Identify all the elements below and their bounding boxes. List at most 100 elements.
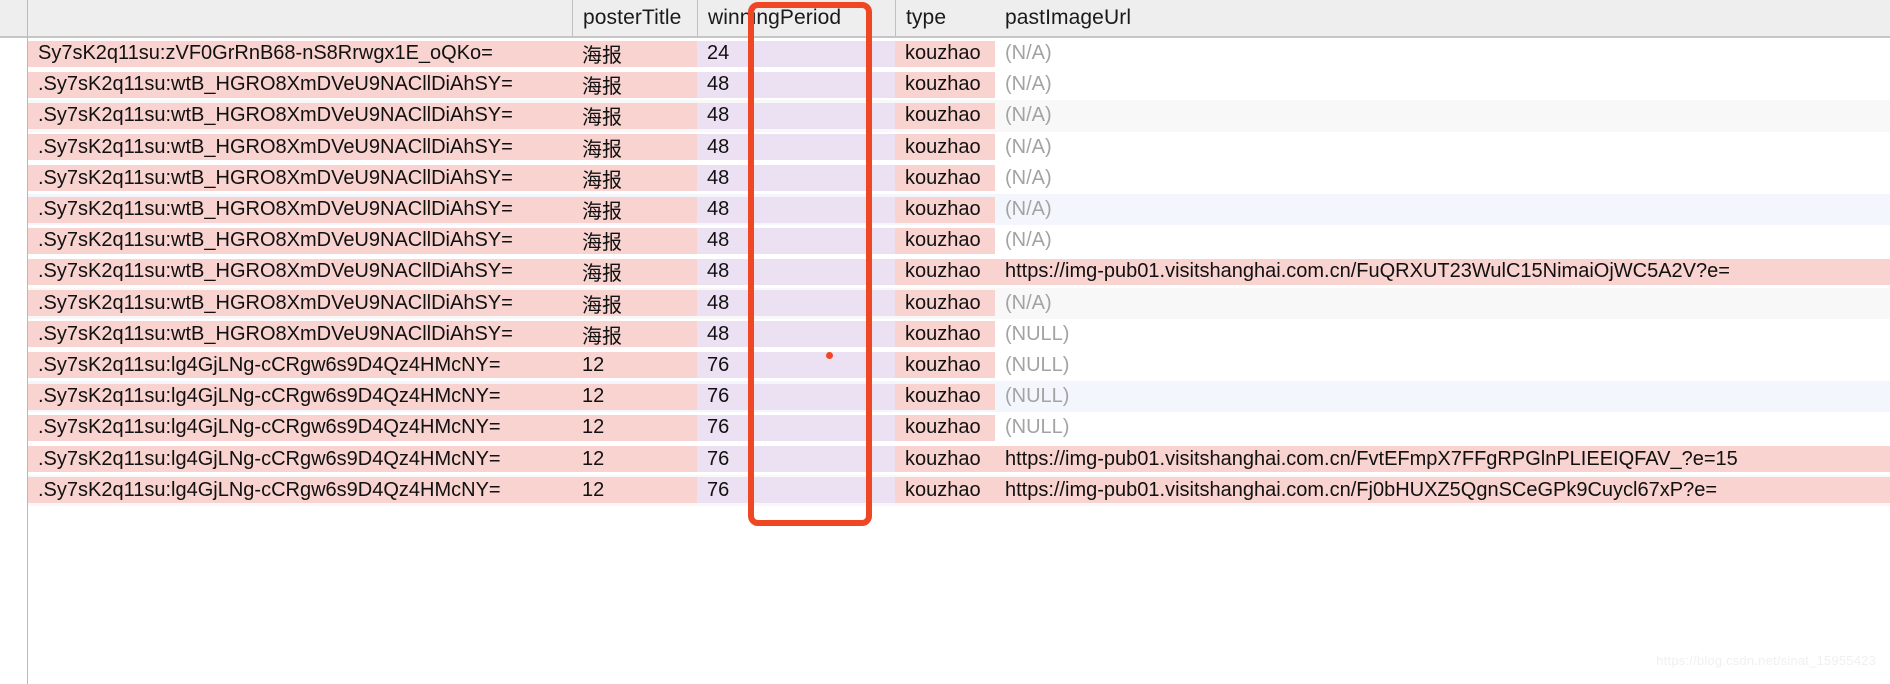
posterTitle-cell[interactable]: 海报	[572, 69, 697, 100]
table-row[interactable]: .Sy7sK2q11su:wtB_HGRO8XmDVeU9NACllDiAhSY…	[0, 318, 1890, 350]
type-cell[interactable]: kouzhao	[895, 163, 995, 194]
winningPeriod-cell[interactable]: 48	[697, 288, 867, 319]
posterTitle-cell[interactable]: 12	[572, 412, 697, 443]
winningPeriod-cell[interactable]: 76	[697, 350, 867, 381]
pastImageUrl-cell[interactable]: (N/A)	[995, 132, 1890, 163]
id-cell[interactable]: .Sy7sK2q11su:lg4GjLNg-cCRgw6s9D4Qz4HMcNY…	[28, 475, 572, 506]
posterTitle-cell[interactable]: 海报	[572, 225, 697, 256]
type-cell[interactable]: kouzhao	[895, 132, 995, 163]
posterTitle-cell[interactable]: 12	[572, 443, 697, 474]
pastImageUrl-cell[interactable]: (NULL)	[995, 412, 1890, 443]
winningPeriod-cell[interactable]: 48	[697, 225, 867, 256]
pastImageUrl-cell[interactable]: https://img-pub01.visitshanghai.com.cn/F…	[995, 256, 1890, 287]
table-row[interactable]: .Sy7sK2q11su:lg4GjLNg-cCRgw6s9D4Qz4HMcNY…	[0, 381, 1890, 413]
id-cell[interactable]: .Sy7sK2q11su:wtB_HGRO8XmDVeU9NACllDiAhSY…	[28, 69, 572, 100]
table-row[interactable]: .Sy7sK2q11su:lg4GjLNg-cCRgw6s9D4Qz4HMcNY…	[0, 412, 1890, 444]
table-row[interactable]: Sy7sK2q11su:zVF0GrRnB68-nS8Rrwgx1E_oQKo=…	[0, 38, 1890, 70]
winningPeriod-cell[interactable]: 48	[697, 194, 867, 225]
table-row[interactable]: .Sy7sK2q11su:wtB_HGRO8XmDVeU9NACllDiAhSY…	[0, 225, 1890, 257]
winningPeriod-cell[interactable]: 48	[697, 69, 867, 100]
posterTitle-cell[interactable]: 海报	[572, 288, 697, 319]
pastImageUrl-cell[interactable]: (NULL)	[995, 381, 1890, 412]
column-header-posterTitle[interactable]: posterTitle	[572, 0, 697, 36]
pastImageUrl-cell[interactable]: (NULL)	[995, 319, 1890, 350]
pastImageUrl-cell[interactable]: (N/A)	[995, 38, 1890, 69]
posterTitle-cell[interactable]: 海报	[572, 194, 697, 225]
pastImageUrl-cell[interactable]: (N/A)	[995, 69, 1890, 100]
column-header-id[interactable]	[28, 0, 572, 36]
posterTitle-cell[interactable]: 12	[572, 475, 697, 506]
winningPeriod-cell[interactable]: 48	[697, 319, 867, 350]
column-header-pastImageUrl[interactable]: pastImageUrl	[995, 0, 1890, 36]
winningPeriod-value: 48	[697, 227, 867, 254]
pastImageUrl-cell[interactable]: (NULL)	[995, 350, 1890, 381]
posterTitle-cell[interactable]: 海报	[572, 256, 697, 287]
winningPeriod-cell[interactable]: 76	[697, 443, 867, 474]
type-cell[interactable]: kouzhao	[895, 443, 995, 474]
id-cell[interactable]: .Sy7sK2q11su:lg4GjLNg-cCRgw6s9D4Qz4HMcNY…	[28, 350, 572, 381]
type-cell[interactable]: kouzhao	[895, 38, 995, 69]
table-row[interactable]: .Sy7sK2q11su:lg4GjLNg-cCRgw6s9D4Qz4HMcNY…	[0, 349, 1890, 382]
id-cell[interactable]: .Sy7sK2q11su:wtB_HGRO8XmDVeU9NACllDiAhSY…	[28, 225, 572, 256]
pastImageUrl-cell[interactable]: https://img-pub01.visitshanghai.com.cn/F…	[995, 475, 1890, 506]
type-cell[interactable]: kouzhao	[895, 100, 995, 131]
posterTitle-cell[interactable]: 12	[572, 381, 697, 412]
id-cell[interactable]: .Sy7sK2q11su:wtB_HGRO8XmDVeU9NACllDiAhSY…	[28, 132, 572, 163]
pastImageUrl-cell[interactable]: (N/A)	[995, 288, 1890, 319]
id-cell[interactable]: .Sy7sK2q11su:wtB_HGRO8XmDVeU9NACllDiAhSY…	[28, 319, 572, 350]
id-cell[interactable]: .Sy7sK2q11su:lg4GjLNg-cCRgw6s9D4Qz4HMcNY…	[28, 443, 572, 474]
winningPeriod-cell[interactable]: 48	[697, 163, 867, 194]
table-row[interactable]: .Sy7sK2q11su:wtB_HGRO8XmDVeU9NACllDiAhSY…	[0, 69, 1890, 101]
type-column-spacer	[867, 256, 895, 287]
type-cell[interactable]: kouzhao	[895, 319, 995, 350]
id-cell[interactable]: .Sy7sK2q11su:wtB_HGRO8XmDVeU9NACllDiAhSY…	[28, 163, 572, 194]
posterTitle-cell[interactable]: 海报	[572, 319, 697, 350]
type-column-spacer-fill	[867, 134, 895, 161]
type-cell[interactable]: kouzhao	[895, 412, 995, 443]
table-row[interactable]: .Sy7sK2q11su:lg4GjLNg-cCRgw6s9D4Qz4HMcNY…	[0, 443, 1890, 475]
table-row[interactable]: .Sy7sK2q11su:wtB_HGRO8XmDVeU9NACllDiAhSY…	[0, 256, 1890, 288]
winningPeriod-cell[interactable]: 48	[697, 132, 867, 163]
posterTitle-cell[interactable]: 12	[572, 350, 697, 381]
pastImageUrl-cell[interactable]: (N/A)	[995, 163, 1890, 194]
type-cell[interactable]: kouzhao	[895, 350, 995, 381]
winningPeriod-cell[interactable]: 76	[697, 381, 867, 412]
type-cell[interactable]: kouzhao	[895, 381, 995, 412]
winningPeriod-cell[interactable]: 48	[697, 100, 867, 131]
pastImageUrl-cell[interactable]: (N/A)	[995, 100, 1890, 131]
table-row[interactable]: .Sy7sK2q11su:wtB_HGRO8XmDVeU9NACllDiAhSY…	[0, 100, 1890, 132]
table-row[interactable]: .Sy7sK2q11su:wtB_HGRO8XmDVeU9NACllDiAhSY…	[0, 287, 1890, 319]
type-cell[interactable]: kouzhao	[895, 194, 995, 225]
type-cell[interactable]: kouzhao	[895, 288, 995, 319]
type-cell[interactable]: kouzhao	[895, 69, 995, 100]
id-cell[interactable]: .Sy7sK2q11su:wtB_HGRO8XmDVeU9NACllDiAhSY…	[28, 288, 572, 319]
posterTitle-cell[interactable]: 海报	[572, 163, 697, 194]
column-header-winningPeriod[interactable]: winningPeriod	[697, 0, 867, 36]
table-row[interactable]: .Sy7sK2q11su:wtB_HGRO8XmDVeU9NACllDiAhSY…	[0, 193, 1890, 226]
type-value: kouzhao	[895, 40, 995, 67]
table-row[interactable]: .Sy7sK2q11su:wtB_HGRO8XmDVeU9NACllDiAhSY…	[0, 162, 1890, 194]
type-cell[interactable]: kouzhao	[895, 475, 995, 506]
winningPeriod-cell[interactable]: 24	[697, 38, 867, 69]
pastImageUrl-cell[interactable]: https://img-pub01.visitshanghai.com.cn/F…	[995, 443, 1890, 474]
posterTitle-cell[interactable]: 海报	[572, 38, 697, 69]
type-cell[interactable]: kouzhao	[895, 225, 995, 256]
table-row[interactable]: .Sy7sK2q11su:lg4GjLNg-cCRgw6s9D4Qz4HMcNY…	[0, 474, 1890, 506]
id-cell[interactable]: Sy7sK2q11su:zVF0GrRnB68-nS8Rrwgx1E_oQKo=	[28, 38, 572, 69]
winningPeriod-cell[interactable]: 48	[697, 256, 867, 287]
table-row[interactable]: .Sy7sK2q11su:wtB_HGRO8XmDVeU9NACllDiAhSY…	[0, 131, 1890, 163]
id-cell[interactable]: .Sy7sK2q11su:wtB_HGRO8XmDVeU9NACllDiAhSY…	[28, 256, 572, 287]
winningPeriod-cell[interactable]: 76	[697, 475, 867, 506]
pastImageUrl-cell[interactable]: (N/A)	[995, 225, 1890, 256]
column-header-type[interactable]: type	[895, 0, 995, 36]
type-cell[interactable]: kouzhao	[895, 256, 995, 287]
posterTitle-cell[interactable]: 海报	[572, 100, 697, 131]
pastImageUrl-cell[interactable]: (N/A)	[995, 194, 1890, 225]
id-cell[interactable]: .Sy7sK2q11su:lg4GjLNg-cCRgw6s9D4Qz4HMcNY…	[28, 412, 572, 443]
pastImageUrl-value: (N/A)	[1005, 73, 1052, 96]
winningPeriod-cell[interactable]: 76	[697, 412, 867, 443]
posterTitle-cell[interactable]: 海报	[572, 132, 697, 163]
id-cell[interactable]: .Sy7sK2q11su:lg4GjLNg-cCRgw6s9D4Qz4HMcNY…	[28, 381, 572, 412]
id-cell[interactable]: .Sy7sK2q11su:wtB_HGRO8XmDVeU9NACllDiAhSY…	[28, 100, 572, 131]
id-cell[interactable]: .Sy7sK2q11su:wtB_HGRO8XmDVeU9NACllDiAhSY…	[28, 194, 572, 225]
